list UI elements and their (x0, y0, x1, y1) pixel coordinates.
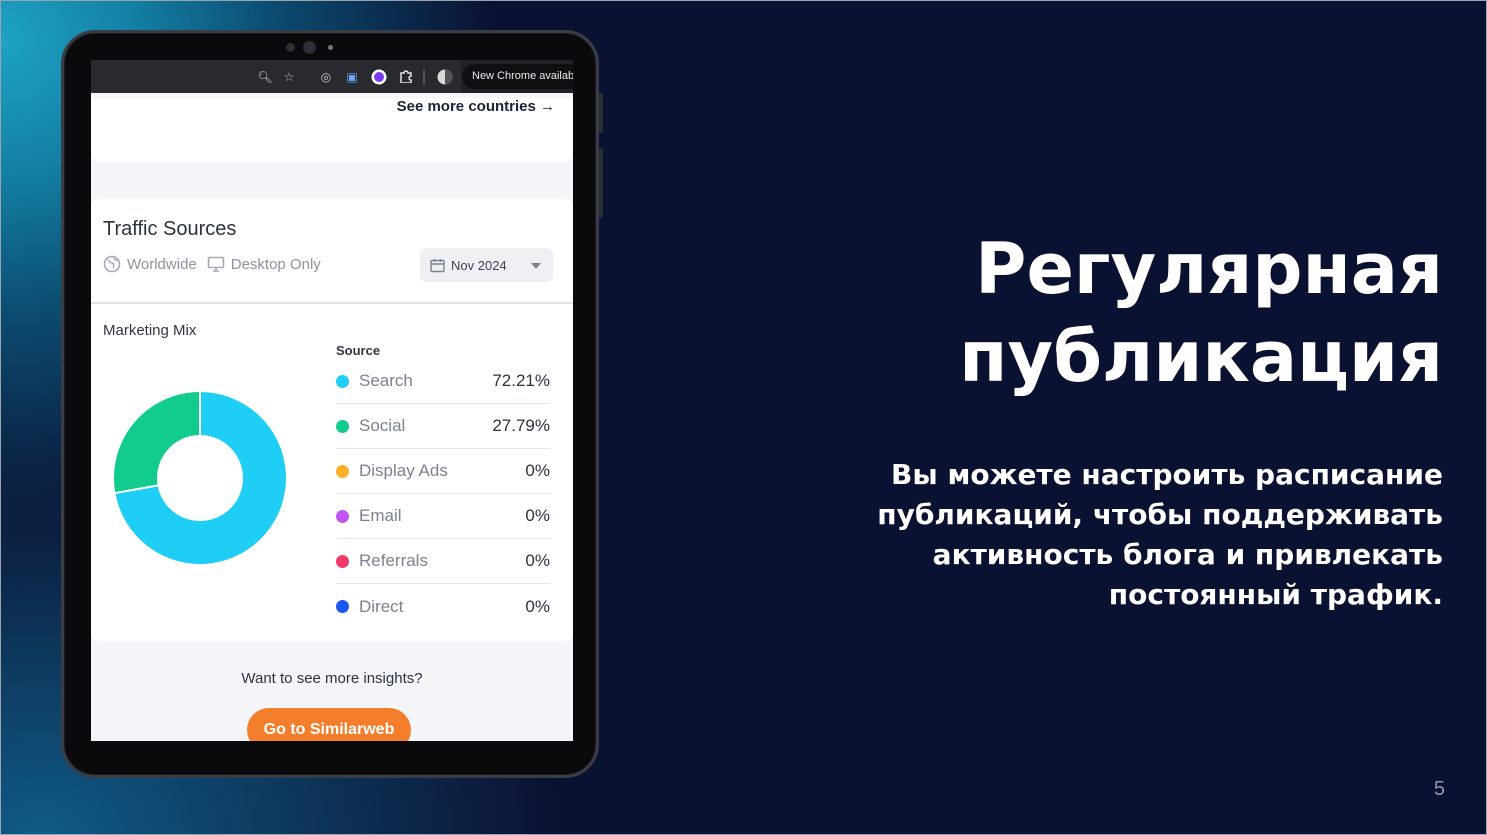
countries-card: See more countries → (91, 98, 573, 162)
legend-source-name: Direct (359, 596, 404, 616)
extension-purple-icon[interactable] (371, 69, 387, 85)
legend-source-name: Search (359, 371, 413, 390)
tablet-screen: 🔍︎ ☆ ◎ ▣ New Chrome available See more c… (91, 60, 573, 749)
traffic-sources-card: Traffic Sources Worldwide Desktop Only N… (91, 199, 573, 641)
desktop-icon (207, 256, 225, 272)
legend-source-value: 0% (525, 461, 550, 480)
camera-row (64, 41, 596, 55)
source-column-header: Source (336, 343, 381, 358)
donut-slice-social (114, 392, 200, 493)
subtitle-line-4: постоянный трафик. (1108, 578, 1443, 611)
tablet-side-button (599, 148, 603, 218)
source-legend: Search 72.21% Social 27.79% Display Ads 0% Ema… (336, 359, 550, 629)
legend-source-name: Social (359, 416, 406, 435)
legend-dot-icon (336, 464, 349, 478)
globe-icon (103, 255, 121, 273)
legend-row: Social 27.79% (336, 404, 550, 449)
sensor-icon (286, 43, 295, 52)
browser-toolbar: 🔍︎ ☆ ◎ ▣ New Chrome available (91, 60, 573, 93)
see-more-countries-link[interactable]: See more countries → (397, 98, 555, 115)
divider (91, 302, 573, 304)
legend-source-name: Email (359, 506, 402, 525)
legend-dot-icon (336, 419, 349, 433)
marketing-mix-label: Marketing Mix (103, 322, 197, 339)
title-line-1: Регулярная (975, 228, 1443, 310)
legend-row: Display Ads 0% (336, 449, 550, 494)
legend-dot-icon (336, 554, 349, 568)
legend-dot-icon (336, 600, 349, 613)
legend-source-value: 0% (525, 596, 550, 616)
legend-source-value: 0% (525, 506, 550, 525)
legend-row: Email 0% (336, 494, 550, 539)
slide-subtitle: Вы можете настроить расписание публикаци… (803, 455, 1443, 615)
slide-title: Регулярная публикация (743, 225, 1443, 401)
date-value: Nov 2024 (451, 257, 507, 273)
translate-extension-icon[interactable]: ▣ (344, 69, 360, 85)
chevron-down-icon (531, 263, 541, 269)
extension-target-icon[interactable]: ◎ (318, 69, 334, 85)
legend-source-value: 27.79% (492, 416, 550, 435)
tablet-side-button (599, 93, 603, 133)
legend-dot-icon (336, 509, 349, 523)
subtitle-line-1: Вы можете настроить расписание (891, 458, 1443, 491)
insights-prompt: Want to see more insights? (241, 670, 423, 687)
profile-avatar-icon[interactable] (437, 69, 453, 85)
legend-row: Search 72.21% (336, 359, 550, 404)
legend-source-name: Display Ads (359, 461, 448, 480)
region-label: Worldwide (127, 255, 197, 273)
page-number: 5 (1433, 778, 1445, 800)
tablet-frame: 🔍︎ ☆ ◎ ▣ New Chrome available See more c… (61, 30, 603, 778)
legend-dot-icon (336, 374, 349, 388)
legend-source-name: Referrals (359, 551, 428, 570)
bookmark-star-icon[interactable]: ☆ (281, 69, 297, 85)
subtitle-line-2: публикаций, чтобы поддерживать (877, 498, 1443, 531)
chrome-update-pill[interactable]: New Chrome available (462, 64, 573, 89)
subtitle-line-3: активность блога и привлекать (932, 538, 1443, 571)
legend-source-value: 72.21% (492, 371, 550, 390)
legend-row: Referrals 0% (336, 539, 550, 584)
traffic-sources-title: Traffic Sources (103, 218, 237, 240)
date-dropdown[interactable]: Nov 2024 (420, 248, 553, 282)
light-sensor-icon (328, 45, 333, 50)
marketing-mix-donut-chart (114, 391, 286, 564)
legend-row: Direct 0% (336, 584, 550, 629)
toolbar-separator (423, 70, 425, 84)
legend-source-value: 0% (525, 551, 550, 570)
title-line-2: публикация (959, 316, 1443, 398)
zoom-icon[interactable]: 🔍︎ (257, 69, 273, 85)
presentation-slide: 🔍︎ ☆ ◎ ▣ New Chrome available See more c… (0, 0, 1487, 835)
traffic-filters: Worldwide Desktop Only (103, 255, 321, 273)
calendar-icon (430, 258, 445, 272)
camera-icon (303, 41, 316, 54)
extensions-puzzle-icon[interactable] (398, 69, 414, 85)
screen-bezel-bottom (91, 741, 573, 749)
device-label: Desktop Only (230, 255, 321, 273)
